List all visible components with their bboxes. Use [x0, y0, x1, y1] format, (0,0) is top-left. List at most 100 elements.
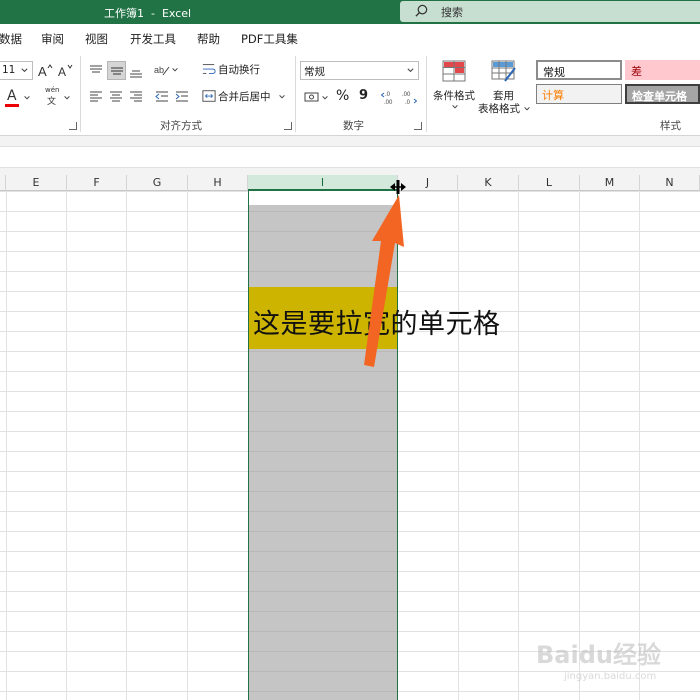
conditional-format-button[interactable]: 条件格式: [432, 57, 476, 117]
chevron-down-icon: [524, 107, 530, 111]
styles-group-label: 样式: [660, 120, 681, 132]
watermark-logo: Baidu经验: [536, 641, 661, 669]
window-title: 工作簿1 - Excel: [104, 7, 192, 20]
tab-view[interactable]: 视图: [85, 31, 108, 47]
percent-button[interactable]: %: [336, 88, 349, 104]
font-color-letter: A: [7, 88, 17, 104]
svg-text:.0: .0: [405, 100, 411, 105]
svg-text:.00: .00: [384, 100, 393, 105]
column-header-l[interactable]: L: [519, 175, 580, 191]
alignment-group-label: 对齐方式: [160, 120, 202, 132]
search-box[interactable]: 搜索: [400, 1, 700, 22]
tab-developer[interactable]: 开发工具: [130, 31, 176, 47]
column-header-h[interactable]: H: [188, 175, 248, 191]
chevron-down-icon: [279, 95, 285, 99]
merge-cells-icon: [202, 90, 216, 102]
gridline: [458, 191, 459, 700]
tab-help[interactable]: 帮助: [197, 31, 220, 47]
gridline: [518, 191, 519, 700]
column-header-e[interactable]: E: [6, 175, 67, 191]
wrap-text-label: 自动换行: [218, 64, 260, 76]
comma-style-button[interactable]: 9: [359, 88, 368, 103]
svg-text:A: A: [38, 64, 47, 78]
format-table-icon: [491, 60, 516, 82]
ribbon-separator: [295, 56, 296, 132]
column-resize-cursor-icon: [390, 180, 406, 194]
chevron-down-icon[interactable]: [171, 66, 179, 74]
style-bad[interactable]: 差: [625, 60, 700, 80]
decrease-decimal-icon[interactable]: .00 .0: [401, 89, 417, 105]
column-header-f[interactable]: F: [67, 175, 127, 191]
font-size-value: 11: [2, 64, 16, 76]
tab-review[interactable]: 审阅: [41, 31, 64, 47]
number-format-select[interactable]: 常规: [300, 61, 419, 80]
style-calculation[interactable]: 计算: [536, 84, 622, 104]
phonetic-bottom: 文: [47, 97, 57, 107]
svg-text:.0: .0: [385, 92, 391, 98]
watermark-url: jingyan.baidu.com: [564, 671, 657, 682]
gridline: [66, 191, 67, 700]
svg-text:A: A: [58, 65, 66, 78]
title-bar: 工作簿1 - Excel 搜索: [0, 0, 700, 24]
column-header-k[interactable]: K: [458, 175, 519, 191]
tab-data[interactable]: 数据: [0, 31, 22, 47]
formula-bar[interactable]: [0, 146, 700, 168]
decrease-indent-icon[interactable]: [154, 89, 170, 105]
phonetic-top: wén: [45, 86, 60, 94]
align-right-icon[interactable]: [128, 89, 144, 105]
wrap-text-icon: [202, 64, 216, 74]
align-left-icon[interactable]: [88, 89, 104, 105]
gridline: [187, 191, 188, 700]
ribbon: 11 A A A wén 文 ab 自动换行 合并后居中 对齐方式 常规 % 9…: [0, 52, 700, 136]
align-top-icon[interactable]: [88, 63, 104, 79]
tab-pdf-tools[interactable]: PDF工具集: [241, 31, 298, 47]
number-format-value: 常规: [304, 66, 325, 78]
wrap-text-button[interactable]: 自动换行: [202, 61, 282, 79]
column-header-m[interactable]: M: [580, 175, 640, 191]
chevron-down-icon[interactable]: [321, 94, 329, 102]
chevron-down-icon: [452, 105, 458, 109]
ribbon-separator: [426, 56, 427, 132]
style-check-cell[interactable]: 检查单元格: [625, 84, 700, 104]
ribbon-gap: [0, 136, 700, 146]
merge-center-button[interactable]: 合并后居中: [202, 88, 288, 106]
format-as-table-button[interactable]: 套用 表格格式: [478, 57, 532, 117]
svg-text:.00: .00: [402, 92, 411, 98]
column-header-g[interactable]: G: [127, 175, 188, 191]
align-middle-button[interactable]: [107, 61, 126, 80]
svg-text:ab: ab: [154, 65, 164, 75]
conditional-format-label: 条件格式: [433, 90, 475, 102]
increase-indent-icon[interactable]: [174, 89, 190, 105]
ribbon-separator: [80, 56, 81, 132]
font-size-select[interactable]: 11: [0, 61, 33, 80]
align-bottom-icon[interactable]: [128, 63, 144, 79]
conditional-format-icon: [442, 60, 466, 82]
style-normal[interactable]: 常规: [536, 60, 622, 80]
format-table-label-line2: 表格格式: [478, 103, 520, 115]
column-header-n[interactable]: N: [640, 175, 700, 191]
currency-icon[interactable]: [304, 89, 320, 105]
increase-font-icon[interactable]: A: [37, 62, 53, 78]
search-label: 搜索: [441, 6, 463, 19]
gridline: [579, 191, 580, 700]
watermark: Baidu经验 jingyan.baidu.com: [536, 625, 696, 695]
gridline: [6, 191, 7, 700]
increase-decimal-icon[interactable]: .0 .00: [381, 89, 397, 105]
orientation-icon[interactable]: ab: [154, 62, 170, 78]
phonetic-button[interactable]: wén 文: [43, 86, 73, 108]
annotation-arrow-icon: [364, 195, 404, 367]
chevron-down-icon: [21, 68, 28, 73]
font-color-button[interactable]: A: [4, 88, 30, 108]
number-dialog-launcher[interactable]: [414, 122, 422, 130]
number-group-label: 数字: [343, 120, 364, 132]
align-middle-icon: [111, 67, 123, 75]
formula-gap: [0, 168, 700, 175]
gridline: [639, 191, 640, 700]
decrease-font-icon[interactable]: A: [57, 62, 73, 78]
alignment-dialog-launcher[interactable]: [284, 122, 292, 130]
font-dialog-launcher[interactable]: [69, 122, 77, 130]
search-icon: [415, 4, 428, 17]
merge-center-label: 合并后居中: [218, 91, 271, 103]
align-center-icon[interactable]: [108, 89, 124, 105]
font-color-swatch: [5, 104, 19, 107]
